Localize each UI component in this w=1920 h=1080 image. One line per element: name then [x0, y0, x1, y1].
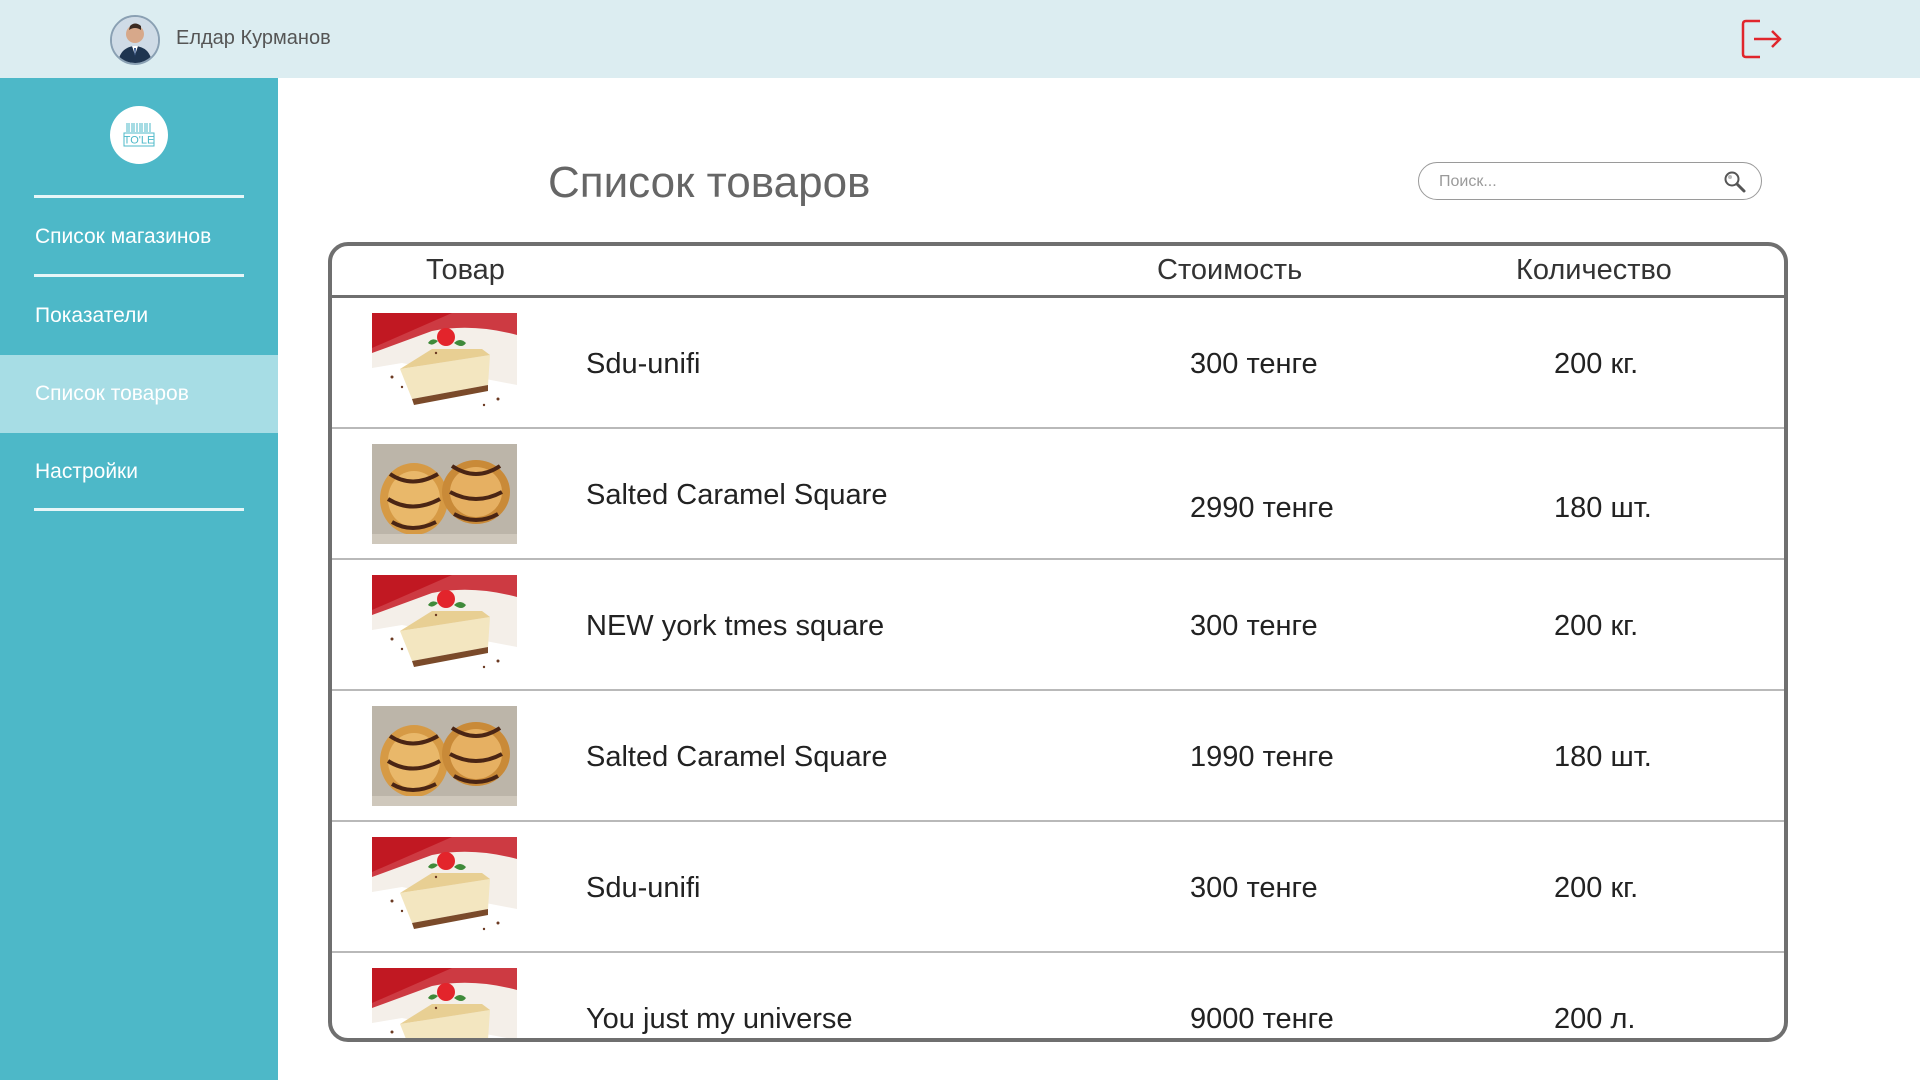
user-name: Елдар Курманов [176, 27, 331, 49]
product-image [372, 575, 517, 675]
product-name: Sdu-unifi [586, 872, 701, 904]
sidebar-item-label: Настройки [35, 460, 138, 483]
column-header-quantity[interactable]: Количество [1516, 254, 1672, 287]
table-row[interactable]: Salted Caramel Square 1990 тенге 180 шт. [332, 691, 1784, 822]
product-name: NEW york tmes square [586, 610, 885, 642]
column-header-price[interactable]: Стоимость [1157, 254, 1302, 287]
sidebar-item-stores[interactable]: Список магазинов [0, 198, 278, 276]
product-image [372, 444, 517, 544]
product-price: 300 тенге [1190, 348, 1318, 380]
product-name: Sdu-unifi [586, 348, 701, 380]
page-title: Список товаров [548, 158, 871, 207]
product-price: 2990 тенге [1190, 492, 1334, 524]
top-bar: Елдар Курманов [0, 0, 1920, 78]
sidebar-divider [34, 508, 244, 511]
product-quantity: 180 шт. [1554, 741, 1652, 773]
table-row[interactable]: You just my universe 9000 тенге 200 л. [332, 953, 1784, 1038]
search-input[interactable] [1437, 169, 1711, 195]
search-box[interactable] [1418, 162, 1762, 200]
product-price: 9000 тенге [1190, 1003, 1334, 1035]
logo[interactable]: TO'LE [110, 106, 168, 164]
product-name: You just my universe [586, 1003, 853, 1035]
product-image [372, 837, 517, 937]
product-name: Salted Caramel Square [586, 479, 888, 511]
sidebar-item-label: Список товаров [35, 382, 189, 405]
product-quantity: 200 кг. [1554, 872, 1639, 904]
sidebar-item-label: Показатели [35, 304, 149, 327]
sidebar-item-products[interactable]: Список товаров [0, 355, 278, 433]
product-quantity: 180 шт. [1554, 492, 1652, 524]
product-price: 300 тенге [1190, 610, 1318, 642]
logo-text: TO'LE [124, 135, 155, 147]
logout-icon[interactable] [1740, 18, 1786, 60]
sidebar-item-settings[interactable]: Настройки [0, 433, 278, 511]
search-icon[interactable] [1723, 170, 1747, 194]
product-quantity: 200 л. [1554, 1003, 1636, 1035]
sidebar-item-metrics[interactable]: Показатели [0, 277, 278, 355]
column-header-product[interactable]: Товар [426, 254, 505, 287]
product-quantity: 200 кг. [1554, 348, 1639, 380]
product-image [372, 968, 517, 1038]
product-name: Salted Caramel Square [586, 741, 888, 773]
sidebar-item-label: Список магазинов [35, 225, 212, 248]
table-row[interactable]: Salted Caramel Square 2990 тенге 180 шт. [332, 429, 1784, 560]
product-image [372, 313, 517, 413]
product-price: 300 тенге [1190, 872, 1318, 904]
table-row[interactable]: NEW york tmes square 300 тенге 200 кг. [332, 560, 1784, 691]
table-row[interactable]: Sdu-unifi 300 тенге 200 кг. [332, 822, 1784, 953]
product-image [372, 706, 517, 806]
table-header: Товар Стоимость Количество [332, 246, 1784, 298]
table-row[interactable]: Sdu-unifi 300 тенге 200 кг. [332, 298, 1784, 429]
products-table: Товар Стоимость Количество Sdu-unifi 300 … [328, 242, 1788, 1042]
avatar[interactable] [110, 15, 160, 65]
product-quantity: 200 кг. [1554, 610, 1639, 642]
product-price: 1990 тенге [1190, 741, 1334, 773]
